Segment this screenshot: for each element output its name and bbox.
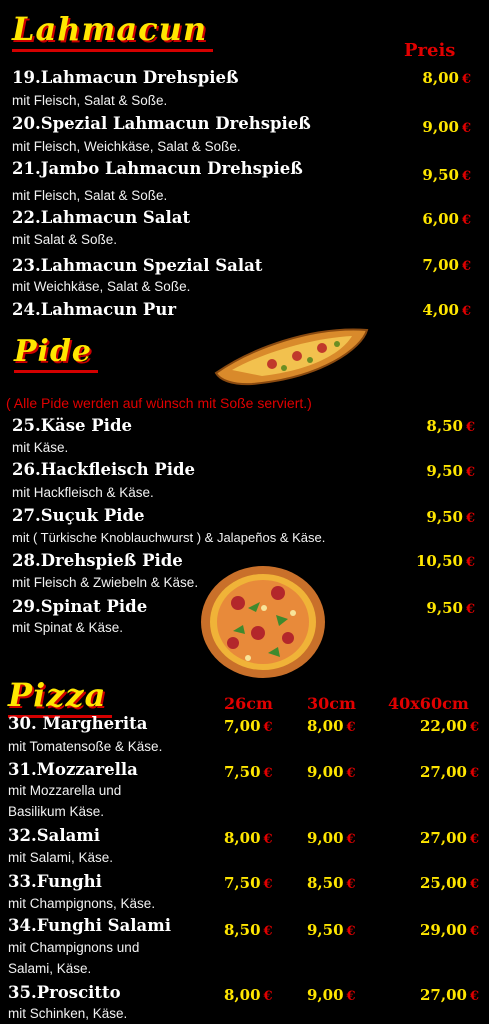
pide-note: ( Alle Pide werden auf wünsch mit Soße s… (6, 395, 312, 411)
item-name: 32.Salami (8, 826, 100, 845)
price-30cm: 9,00 € (307, 986, 356, 1004)
item-desc: mit Käse. (12, 440, 69, 455)
item-price: 9,50 € (426, 462, 475, 480)
pide-illustration-icon (214, 328, 369, 386)
item-desc: mit Fleisch, Weichkäse, Salat & Soße. (12, 139, 241, 154)
item-desc: mit ( Türkische Knoblauchwurst ) & Jalap… (12, 530, 326, 545)
pizza-illustration-icon (201, 566, 325, 678)
item-name: 27.Suçuk Pide (12, 506, 145, 525)
item-desc: mit Hackfleisch & Käse. (12, 485, 154, 500)
item-desc: mit Fleisch & Zwiebeln & Käse. (12, 575, 199, 590)
item-price: 8,50 € (426, 417, 475, 435)
item-price: 6,00 € (422, 210, 471, 228)
size-header-26: 26cm (224, 694, 273, 713)
item-desc: mit Spinat & Käse. (12, 620, 124, 635)
price-30cm: 9,00 € (307, 763, 356, 781)
item-desc: mit Tomatensoße & Käse. (8, 739, 163, 754)
size-header-40x60: 40x60cm (388, 694, 469, 713)
item-name: 26.Hackfleisch Pide (12, 460, 196, 479)
item-name: 22.Lahmacun Salat (12, 208, 191, 227)
item-name: 29.Spinat Pide (12, 597, 148, 616)
item-name: 28.Drehspieß Pide (12, 551, 183, 570)
item-desc: mit Champignons, Käse. (8, 896, 156, 911)
item-desc: mit Champignons und (8, 940, 140, 955)
price-26cm: 7,50 € (224, 874, 273, 892)
price-26cm: 7,00 € (224, 717, 273, 735)
item-price: 7,00 € (422, 256, 471, 274)
price-40x60cm: 27,00 € (419, 763, 479, 781)
price-30cm: 8,00 € (307, 717, 356, 735)
price-30cm: 9,00 € (307, 829, 356, 847)
price-40x60cm: 29,00 € (419, 921, 479, 939)
lahmacun-title-text: Lahmacun (12, 10, 208, 48)
item-desc: mit Salat & Soße. (12, 232, 118, 247)
item-name: 19.Lahmacun Drehspieß (12, 68, 239, 87)
price-30cm: 9,50 € (307, 921, 356, 939)
price-40x60cm: 25,00 € (419, 874, 479, 892)
item-name: 31.Mozzarella (8, 760, 138, 779)
item-desc-2: Salami, Käse. (8, 961, 92, 976)
price-26cm: 8,00 € (224, 829, 273, 847)
item-desc: mit Fleisch, Salat & Soße. (12, 188, 168, 203)
item-name: 30. Margherita (8, 714, 148, 733)
price-header: Preis (404, 40, 456, 61)
item-name: 20.Spezial Lahmacun Drehspieß (12, 114, 311, 133)
price-40x60cm: 27,00 € (419, 829, 479, 847)
item-name: 23.Lahmacun Spezial Salat (12, 256, 263, 275)
item-price: 9,50 € (426, 508, 475, 526)
item-price: 10,50 € (415, 552, 475, 570)
size-header-30: 30cm (307, 694, 356, 713)
item-desc: mit Salami, Käse. (8, 850, 114, 865)
price-40x60cm: 27,00 € (419, 986, 479, 1004)
item-name: 24.Lahmacun Pur (12, 300, 177, 319)
item-name: 25.Käse Pide (12, 416, 132, 435)
lahmacun-title: Lahmacun (12, 10, 214, 52)
item-price: 9,50 € (422, 166, 471, 184)
item-name: 35.Proscitto (8, 983, 121, 1002)
item-price: 8,00 € (422, 69, 471, 87)
pide-title-text: Pide (14, 334, 93, 369)
pide-title: Pide (14, 334, 99, 373)
pizza-title: Pizza (8, 676, 113, 718)
item-price: 9,50 € (426, 599, 475, 617)
pizza-title-text: Pizza (8, 676, 107, 714)
item-desc: mit Schinken, Käse. (8, 1006, 128, 1021)
item-name: 21.Jambo Lahmacun Drehspieß (12, 159, 303, 178)
price-26cm: 8,00 € (224, 986, 273, 1004)
item-name: 34.Funghi Salami (8, 916, 171, 935)
item-price: 9,00 € (422, 118, 471, 136)
item-desc: mit Fleisch, Salat & Soße. (12, 93, 168, 108)
item-desc: mit Weichkäse, Salat & Soße. (12, 279, 191, 294)
item-name: 33.Funghi (8, 872, 102, 891)
item-desc-2: Basilikum Käse. (8, 804, 105, 819)
price-30cm: 8,50 € (307, 874, 356, 892)
item-price: 4,00 € (422, 301, 471, 319)
item-desc: mit Mozzarella und (8, 783, 122, 798)
price-26cm: 8,50 € (224, 921, 273, 939)
price-40x60cm: 22,00 € (419, 717, 479, 735)
price-26cm: 7,50 € (224, 763, 273, 781)
